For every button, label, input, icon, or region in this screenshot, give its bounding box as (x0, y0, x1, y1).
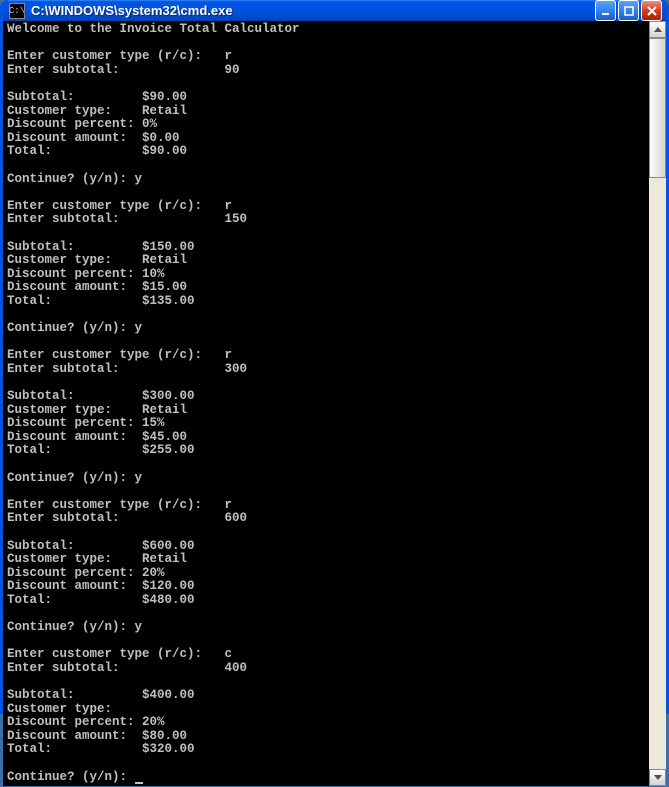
text-cursor (135, 772, 143, 784)
app-icon: C:\ (9, 3, 25, 19)
maximize-icon (623, 5, 635, 17)
window-controls (595, 0, 662, 21)
minimize-button[interactable] (595, 0, 616, 21)
titlebar[interactable]: C:\ C:\WINDOWS\system32\cmd.exe (3, 0, 666, 21)
close-button[interactable] (641, 0, 662, 21)
vertical-scrollbar[interactable] (649, 21, 666, 786)
scrollbar-thumb[interactable] (649, 38, 666, 178)
window-title: C:\WINDOWS\system32\cmd.exe (31, 3, 595, 18)
scrollbar-track[interactable] (649, 38, 666, 769)
terminal-output[interactable]: Welcome to the Invoice Total Calculator … (3, 21, 649, 786)
scroll-down-button[interactable] (649, 769, 666, 786)
scroll-up-button[interactable] (649, 21, 666, 38)
chevron-up-icon (654, 27, 662, 32)
minimize-icon (600, 5, 612, 17)
content-area: Welcome to the Invoice Total Calculator … (3, 21, 666, 786)
chevron-down-icon (654, 775, 662, 780)
close-icon (646, 5, 658, 17)
cmd-window: C:\ C:\WINDOWS\system32\cmd.exe Welcome … (0, 0, 669, 714)
maximize-button[interactable] (618, 0, 639, 21)
